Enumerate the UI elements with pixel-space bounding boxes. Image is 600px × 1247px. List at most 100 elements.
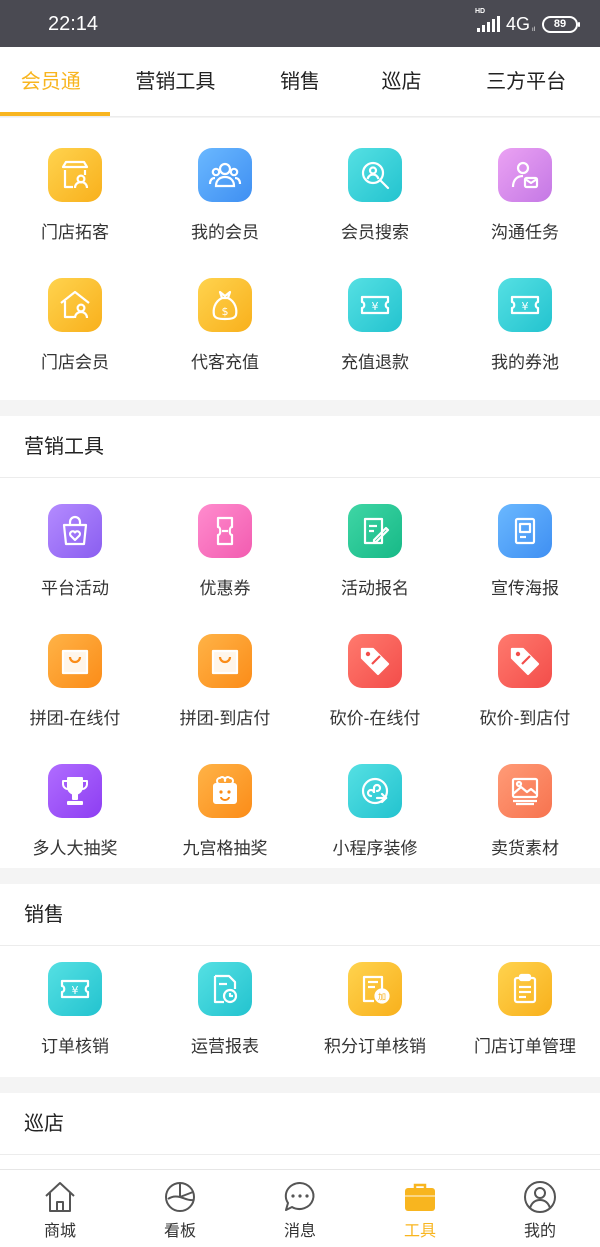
clipboard-icon [498,962,552,1016]
grid-item-label: 代客充值 [191,353,259,372]
grid-item-label: 会员搜索 [341,223,409,242]
store-patrol-section: 巡店 [0,1093,600,1169]
status-time: 22:14 [48,13,99,35]
grid-item-proxy-recharge[interactable]: $ 代客充值 [150,252,300,382]
grid-item-label: 拼团-在线付 [29,709,121,728]
toolbox-icon [405,1183,435,1211]
home-icon [45,1182,75,1212]
section-title: 营销工具 [0,416,600,478]
battery-icon: 89 [542,15,580,33]
grid-item-member-search[interactable]: 会员搜索 [300,122,450,252]
price-tag-icon [498,634,552,688]
grid-item-communication-task[interactable]: 沟通任务 [450,122,600,252]
nav-label: 商城 [43,1223,76,1240]
grid-item-label: 平台活动 [41,579,109,598]
grid-item-group-lottery[interactable]: 多人大抽奖 [0,738,150,868]
grid-item-my-members[interactable]: 我的会员 [150,122,300,252]
tab-marketing-tools[interactable]: 营销工具 [102,47,250,116]
tab-store-patrol[interactable]: 巡店 [351,47,453,116]
grid-item-operation-report[interactable]: 运营报表 [150,946,300,1076]
profile-icon [524,1181,556,1213]
nav-item-messages[interactable]: 消息 [240,1170,360,1247]
grid-item-label: 砍价-在线付 [329,709,421,728]
grid-item-promo-poster[interactable]: 宣传海报 [450,478,600,608]
grid-item-label: 运营报表 [191,1037,259,1056]
store-customer-icon [48,148,102,202]
grid-item-label: 小程序装修 [332,839,418,858]
shopping-bag-heart-icon [48,504,102,558]
section-title: 巡店 [0,1093,600,1155]
grid-item-nine-grid-lottery[interactable]: 九宫格抽奖 [150,738,300,868]
nav-label: 看板 [163,1223,196,1240]
grid-item-store-members[interactable]: 门店会员 [0,252,150,382]
member-search-icon [348,148,402,202]
grid-item-label: 我的券池 [491,353,559,372]
status-indicators: HD 4G ıl 89 [475,8,580,36]
grid-item-label: 宣传海报 [491,579,559,598]
grid-item-label: 活动报名 [341,579,409,598]
nav-label: 我的 [523,1223,556,1240]
grid-item-my-coupon-pool[interactable]: ¥ 我的券池 [450,252,600,382]
report-clock-icon [198,962,252,1016]
grid-item-platform-activity[interactable]: 平台活动 [0,478,150,608]
grid-item-activity-signup[interactable]: 活动报名 [300,478,450,608]
grid-item-label: 门店会员 [41,353,109,372]
points-order-icon: 加 [348,962,402,1016]
grid-item-label: 九宫格抽奖 [182,839,268,858]
communication-task-icon [498,148,552,202]
nav-item-mall[interactable]: 商城 [0,1170,120,1247]
svg-text:¥: ¥ [372,300,379,313]
nav-item-profile[interactable]: 我的 [480,1170,600,1247]
nav-item-tools[interactable]: 工具 [360,1170,480,1247]
grid-item-label: 积分订单核销 [324,1037,426,1056]
grid-item-order-verification[interactable]: ¥ 订单核销 [0,946,150,1076]
grid-item-store-acquisition[interactable]: 门店拓客 [0,122,150,252]
hd-indicator: HD [474,8,486,15]
grid-item-label: 拼团-到店付 [179,709,271,728]
tab-third-party[interactable]: 三方平台 [452,47,600,116]
mini-program-icon [348,764,402,818]
coupon-icon [198,504,252,558]
grid-item-group-buy-in-store[interactable]: 拼团-到店付 [150,608,300,738]
grid-item-bargain-online[interactable]: 砍价-在线付 [300,608,450,738]
sales-section: 销售 ¥ 订单核销 运营报表 加 积分订单核销 门店订单管理 [0,884,600,1077]
grid-item-label: 沟通任务 [491,223,559,242]
grid-item-recharge-refund[interactable]: ¥ 充值退款 [300,252,450,382]
dashboard-icon [165,1182,195,1212]
status-bar: 22:14 HD 4G ıl 89 [0,0,600,47]
tab-members[interactable]: 会员通 [0,47,110,116]
tab-sales[interactable]: 销售 [249,47,351,116]
members-icon [198,148,252,202]
grid-item-mini-program-decoration[interactable]: 小程序装修 [300,738,450,868]
gift-icon [198,764,252,818]
svg-text:¥: ¥ [72,984,79,997]
grid-item-label: 门店订单管理 [474,1037,576,1056]
grid-item-store-order-management[interactable]: 门店订单管理 [450,946,600,1076]
nav-label: 工具 [403,1223,436,1240]
marketing-section: 营销工具 平台活动 优惠券 活动报名 宣传海报 拼团-在线付 拼团-到店付 砍价… [0,416,600,868]
signal-icon: HD [475,8,500,32]
grid-item-label: 卖货素材 [491,839,559,858]
top-tab-bar: 会员通 营销工具 销售 巡店 三方平台 [0,47,600,117]
grid-item-group-buy-online[interactable]: 拼团-在线付 [0,608,150,738]
bottom-navigation: 商城 看板 消息 工具 我的 [0,1169,600,1247]
grid-item-label: 优惠券 [199,579,251,598]
money-bag-icon: $ [198,278,252,332]
grid-item-label: 多人大抽奖 [32,839,118,858]
message-icon [284,1181,315,1211]
grid-item-bargain-in-store[interactable]: 砍价-到店付 [450,608,600,738]
grid-item-label: 我的会员 [191,223,259,242]
grid-item-coupon[interactable]: 优惠券 [150,478,300,608]
svg-text:加: 加 [378,992,386,1002]
coupon-pool-icon: ¥ [498,278,552,332]
network-type: 4G ıl [505,13,535,34]
grid-item-label: 订单核销 [41,1037,109,1056]
yen-ticket-icon: ¥ [348,278,402,332]
sign-up-icon [348,504,402,558]
grid-item-label: 砍价-到店付 [479,709,571,728]
grid-item-points-order-verification[interactable]: 加 积分订单核销 [300,946,450,1076]
nav-item-dashboard[interactable]: 看板 [120,1170,240,1247]
price-tag-icon [348,634,402,688]
grid-item-sales-materials[interactable]: 卖货素材 [450,738,600,868]
image-material-icon [498,764,552,818]
